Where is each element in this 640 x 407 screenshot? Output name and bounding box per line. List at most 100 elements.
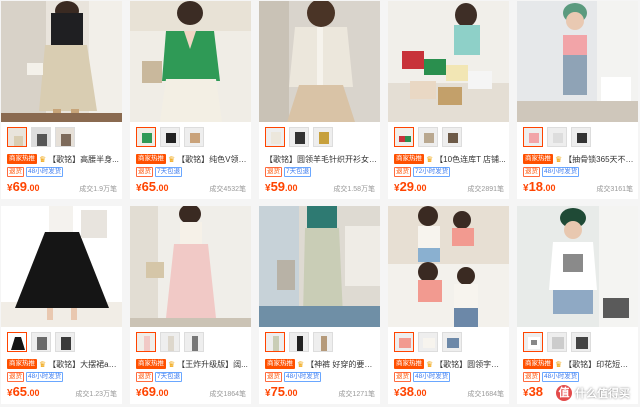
product-title[interactable]: 【抽骨锁365天不离身... bbox=[564, 154, 635, 165]
delivery-badge: 7天包退 bbox=[284, 167, 312, 177]
color-thumbnail[interactable] bbox=[442, 127, 462, 147]
product-title-line[interactable]: 商家热推 ♛ 【王炸升级版】阔... bbox=[136, 358, 248, 370]
service-badges: 退货 48小时发货 bbox=[523, 372, 580, 382]
color-thumbnail[interactable] bbox=[394, 332, 414, 352]
product-title[interactable]: 【歌铭】纯色V领针织... bbox=[177, 154, 248, 165]
product-photo[interactable] bbox=[130, 206, 251, 327]
product-price: ¥65.00 bbox=[7, 384, 40, 399]
color-thumbnail[interactable] bbox=[184, 332, 204, 352]
product-title[interactable]: 【王炸升级版】阔... bbox=[177, 359, 248, 370]
product-title[interactable]: 【歌铭】圆领羊毛针织开衫女装... bbox=[265, 154, 377, 165]
delivery-badge: 48小时发货 bbox=[284, 372, 322, 382]
product-card[interactable]: 商家热推 ♛ 【抽骨锁365天不离身... 退货 48小时发货 ¥18.00 成… bbox=[517, 1, 638, 199]
delivery-badge: 48小时发货 bbox=[542, 372, 580, 382]
color-thumbnail[interactable] bbox=[523, 332, 543, 352]
color-thumbnail[interactable] bbox=[571, 127, 591, 147]
sales-count: 成交4532笔 bbox=[209, 186, 246, 193]
service-badges: 退货 7天包退 bbox=[265, 167, 312, 177]
color-thumbnail[interactable] bbox=[55, 332, 75, 352]
color-thumbnail[interactable] bbox=[136, 332, 156, 352]
product-title-line[interactable]: 【歌铭】圆领羊毛针织开衫女装... bbox=[265, 153, 377, 165]
product-title-line[interactable]: 商家热推 ♛ 【抽骨锁365天不离身... bbox=[523, 153, 635, 165]
return-badge: 退货 bbox=[523, 167, 540, 177]
product-photo[interactable] bbox=[388, 1, 509, 122]
sales-count: 成交1.58万笔 bbox=[333, 186, 375, 193]
sales-count: 成交3161笔 bbox=[596, 186, 633, 193]
color-thumbnail[interactable] bbox=[31, 127, 51, 147]
product-title-line[interactable]: 商家热推 ♛ 【歌铭】纯色V领针织... bbox=[136, 153, 248, 165]
color-thumbnail[interactable] bbox=[31, 332, 51, 352]
product-photo[interactable] bbox=[1, 1, 122, 122]
color-thumbnail[interactable] bbox=[523, 127, 543, 147]
color-thumbnail[interactable] bbox=[160, 332, 180, 352]
product-price: ¥69.00 bbox=[136, 384, 169, 399]
color-thumbnail[interactable] bbox=[394, 127, 414, 147]
color-thumbnail[interactable] bbox=[418, 332, 438, 352]
product-card[interactable]: 商家热推 ♛ 【10色连库T 店铺... 退货 72小时发货 ¥29.00 成交… bbox=[388, 1, 509, 199]
product-photo[interactable] bbox=[517, 206, 638, 327]
product-title[interactable]: 【歌铭】圆领字母短袖... bbox=[435, 359, 506, 370]
product-card[interactable]: 商家热推 ♛ 【歌铭】圆领字母短袖... 退货 48小时发货 ¥38.00 成交… bbox=[388, 206, 509, 404]
product-card[interactable]: 商家热推 ♛ 【歌铭】纯色V领针织... 退货 7天包退 ¥65.00 成交45… bbox=[130, 1, 251, 199]
color-thumbnail[interactable] bbox=[7, 332, 27, 352]
product-card[interactable]: 商家热推 ♛ 【王炸升级版】阔... 退货 7天包退 ¥69.00 成交1864… bbox=[130, 206, 251, 404]
product-photo[interactable] bbox=[1, 206, 122, 327]
sales-count: 成交1684笔 bbox=[467, 391, 504, 398]
color-thumbnails bbox=[265, 332, 333, 352]
product-title-line[interactable]: 商家热推 ♛ 【10色连库T 店铺... bbox=[394, 153, 506, 165]
product-photo[interactable] bbox=[259, 206, 380, 327]
delivery-badge: 48小时发货 bbox=[26, 372, 64, 382]
color-thumbnail[interactable] bbox=[418, 127, 438, 147]
product-price: ¥59.00 bbox=[265, 179, 298, 194]
product-card[interactable]: 商家热推 ♛ 【神裤 好穿的要命... 退货 48小时发货 ¥75.00 成交1… bbox=[259, 206, 380, 404]
color-thumbnails bbox=[394, 127, 462, 147]
product-price: ¥38 bbox=[523, 384, 544, 399]
service-badges: 退货 48小时发货 bbox=[7, 372, 64, 382]
delivery-badge: 48小时发货 bbox=[413, 372, 451, 382]
product-card[interactable]: 【歌铭】圆领羊毛针织开衫女装... 退货 7天包退 ¥59.00 成交1.58万… bbox=[259, 1, 380, 199]
product-title[interactable]: 【歌铭】高腰半身... bbox=[48, 154, 119, 165]
product-title-line[interactable]: 商家热推 ♛ 【歌铭】大摆裙a字... bbox=[7, 358, 119, 370]
product-photo[interactable] bbox=[517, 1, 638, 122]
color-thumbnail[interactable] bbox=[55, 127, 75, 147]
product-title-line[interactable]: 商家热推 ♛ 【歌铭】圆领字母短袖... bbox=[394, 358, 506, 370]
color-thumbnail[interactable] bbox=[136, 127, 156, 147]
color-thumbnail[interactable] bbox=[289, 127, 309, 147]
product-title[interactable]: 【歌铭】印花短袖t恤2022... bbox=[564, 359, 635, 370]
service-badges: 退货 7天包退 bbox=[136, 167, 183, 177]
crown-icon: ♛ bbox=[426, 359, 434, 369]
color-thumbnails bbox=[7, 127, 75, 147]
color-thumbnail[interactable] bbox=[313, 332, 333, 352]
color-thumbnail[interactable] bbox=[442, 332, 462, 352]
hot-sale-badge: 商家热推 bbox=[523, 359, 553, 369]
color-thumbnail[interactable] bbox=[571, 332, 591, 352]
product-title[interactable]: 【神裤 好穿的要命... bbox=[306, 359, 377, 370]
return-badge: 退货 bbox=[523, 372, 540, 382]
watermark-text: 什么值得买 bbox=[575, 388, 630, 400]
product-photo[interactable] bbox=[388, 206, 509, 327]
color-thumbnail[interactable] bbox=[265, 127, 285, 147]
product-card[interactable]: 商家热推 ♛ 【歌铭】高腰半身... 退货 48小时发货 ¥69.00 成交1.… bbox=[1, 1, 122, 199]
color-thumbnail[interactable] bbox=[289, 332, 309, 352]
product-title[interactable]: 【10色连库T 店铺... bbox=[435, 154, 506, 165]
product-title-line[interactable]: 商家热推 ♛ 【歌铭】印花短袖t恤2022... bbox=[523, 358, 635, 370]
color-thumbnail[interactable] bbox=[160, 127, 180, 147]
hot-sale-badge: 商家热推 bbox=[523, 154, 553, 164]
color-thumbnail[interactable] bbox=[265, 332, 285, 352]
product-photo[interactable] bbox=[130, 1, 251, 122]
sales-count: 成交1271笔 bbox=[338, 391, 375, 398]
product-card[interactable]: 商家热推 ♛ 【歌铭】印花短袖t恤2022... 退货 48小时发货 ¥38 值… bbox=[517, 206, 638, 404]
crown-icon: ♛ bbox=[426, 154, 434, 164]
product-title[interactable]: 【歌铭】大摆裙a字... bbox=[48, 359, 119, 370]
color-thumbnail[interactable] bbox=[7, 127, 27, 147]
color-thumbnail[interactable] bbox=[184, 127, 204, 147]
product-photo[interactable] bbox=[259, 1, 380, 122]
color-thumbnail[interactable] bbox=[547, 332, 567, 352]
crown-icon: ♛ bbox=[168, 154, 176, 164]
color-thumbnail[interactable] bbox=[547, 127, 567, 147]
product-title-line[interactable]: 商家热推 ♛ 【歌铭】高腰半身... bbox=[7, 153, 119, 165]
color-thumbnail[interactable] bbox=[313, 127, 333, 147]
product-title-line[interactable]: 商家热推 ♛ 【神裤 好穿的要命... bbox=[265, 358, 377, 370]
color-thumbnails bbox=[394, 332, 462, 352]
product-card[interactable]: 商家热推 ♛ 【歌铭】大摆裙a字... 退货 48小时发货 ¥65.00 成交1… bbox=[1, 206, 122, 404]
